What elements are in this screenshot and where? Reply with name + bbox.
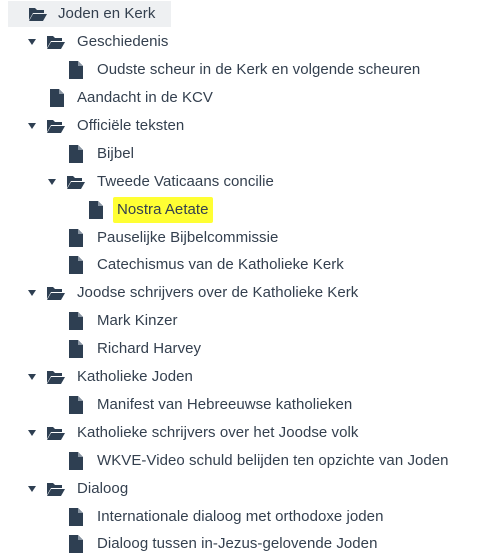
folder-open-icon [46, 118, 66, 134]
caret-down-icon[interactable] [28, 39, 36, 45]
tree-item-label: Officiële teksten [77, 117, 185, 134]
document-icon [69, 508, 83, 526]
document-icon [69, 535, 83, 553]
tree-item-label: Dialoog [77, 480, 129, 497]
tree-doc-mark-kinzer[interactable]: Mark Kinzer [0, 308, 190, 334]
document-icon [89, 201, 103, 219]
tree-item-label: Bijbel [97, 145, 134, 162]
tree-item-label: Katholieke schrijvers over het Joodse vo… [77, 424, 359, 441]
tree-doc-internationale-dialoog[interactable]: Internationale dialoog met orthodoxe jod… [0, 504, 420, 530]
tree-root-label: Joden en Kerk [58, 5, 156, 22]
folder-open-icon [28, 6, 48, 22]
tree-doc-wkve-video[interactable]: WKVE-Video schuld belijden ten opzichte … [0, 448, 478, 474]
tree-item-label: WKVE-Video schuld belijden ten opzichte … [97, 452, 449, 469]
tree-doc-oudste-scheur[interactable]: Oudste scheur in de Kerk en volgende sch… [0, 57, 450, 83]
caret-down-icon[interactable] [28, 430, 36, 436]
tree-item-label: Pauselijke Bijbelcommissie [97, 229, 279, 246]
tree-folder-dialoog[interactable]: Dialoog [0, 476, 160, 502]
document-icon [69, 229, 83, 247]
tree-doc-pauselijke-bijbelcommissie[interactable]: Pauselijke Bijbelcommissie [0, 225, 330, 251]
folder-open-icon [46, 34, 66, 50]
tree-doc-catechismus[interactable]: Catechismus van de Katholieke Kerk [0, 252, 370, 278]
tree-item-label: Katholieke Joden [77, 368, 193, 385]
tree-item-label: Geschiedenis [77, 33, 169, 50]
tree-folder-joodse-schrijvers[interactable]: Joodse schrijvers over de Katholieke Ker… [0, 280, 390, 306]
tree-folder-officiele-teksten[interactable]: Officiële teksten [0, 113, 200, 139]
document-icon [69, 396, 83, 414]
tree-folder-katholieke-joden[interactable]: Katholieke Joden [0, 364, 210, 390]
tree-item-label-highlighted: Nostra Aetate [113, 197, 213, 223]
document-icon [69, 312, 83, 330]
tree-folder-tweede-vaticaans-concilie[interactable]: Tweede Vaticaans concilie [0, 169, 300, 195]
document-icon [69, 145, 83, 163]
caret-down-icon[interactable] [28, 290, 36, 296]
tree-item-label: Dialoog tussen in-Jezus-gelovende Joden [97, 535, 378, 552]
tree-doc-aandacht-kcv[interactable]: Aandacht in de KCV [0, 85, 230, 111]
tree-item-label: Oudste scheur in de Kerk en volgende sch… [97, 61, 421, 78]
tree-item-label: Joodse schrijvers over de Katholieke Ker… [77, 284, 359, 301]
tree-item-label: Aandacht in de KCV [77, 89, 213, 106]
tree-item-label: Richard Harvey [97, 340, 202, 357]
tree-doc-bijbel[interactable]: Bijbel [0, 141, 150, 167]
tree-item-label: Tweede Vaticaans concilie [97, 173, 274, 190]
document-icon [50, 89, 64, 107]
document-icon [69, 61, 83, 79]
caret-down-icon[interactable] [28, 123, 36, 129]
folder-open-icon [46, 481, 66, 497]
tree-doc-richard-harvey[interactable]: Richard Harvey [0, 336, 220, 362]
caret-down-icon[interactable] [28, 486, 36, 492]
tree-doc-dialoog-tussen-joden[interactable]: Dialoog tussen in-Jezus-gelovende Joden [0, 531, 410, 557]
document-icon [69, 452, 83, 470]
tree-item-label: Internationale dialoog met orthodoxe jod… [97, 508, 384, 525]
caret-down-icon[interactable] [48, 179, 56, 185]
folder-open-icon [66, 174, 86, 190]
document-icon [69, 340, 83, 358]
folder-open-icon [46, 425, 66, 441]
tree-doc-manifest-hebreeuwse-katholieken[interactable]: Manifest van Hebreeuwse katholieken [0, 392, 380, 418]
tree-item-label: Manifest van Hebreeuwse katholieken [97, 396, 353, 413]
folder-open-icon [46, 285, 66, 301]
tree-doc-nostra-aetate[interactable]: Nostra Aetate [0, 197, 230, 223]
folder-open-icon [46, 369, 66, 385]
tree-folder-geschiedenis[interactable]: Geschiedenis [0, 29, 180, 55]
tree-folder-katholieke-schrijvers[interactable]: Katholieke schrijvers over het Joodse vo… [0, 420, 390, 446]
tree-item-label: Catechismus van de Katholieke Kerk [97, 256, 344, 273]
caret-down-icon[interactable] [28, 374, 36, 380]
tree-root-joden-en-kerk[interactable]: Joden en Kerk [8, 1, 171, 27]
tree-item-label: Mark Kinzer [97, 312, 178, 329]
document-icon [69, 256, 83, 274]
folder-tree: Joden en Kerk Geschiedenis Oudste scheur… [0, 0, 480, 557]
